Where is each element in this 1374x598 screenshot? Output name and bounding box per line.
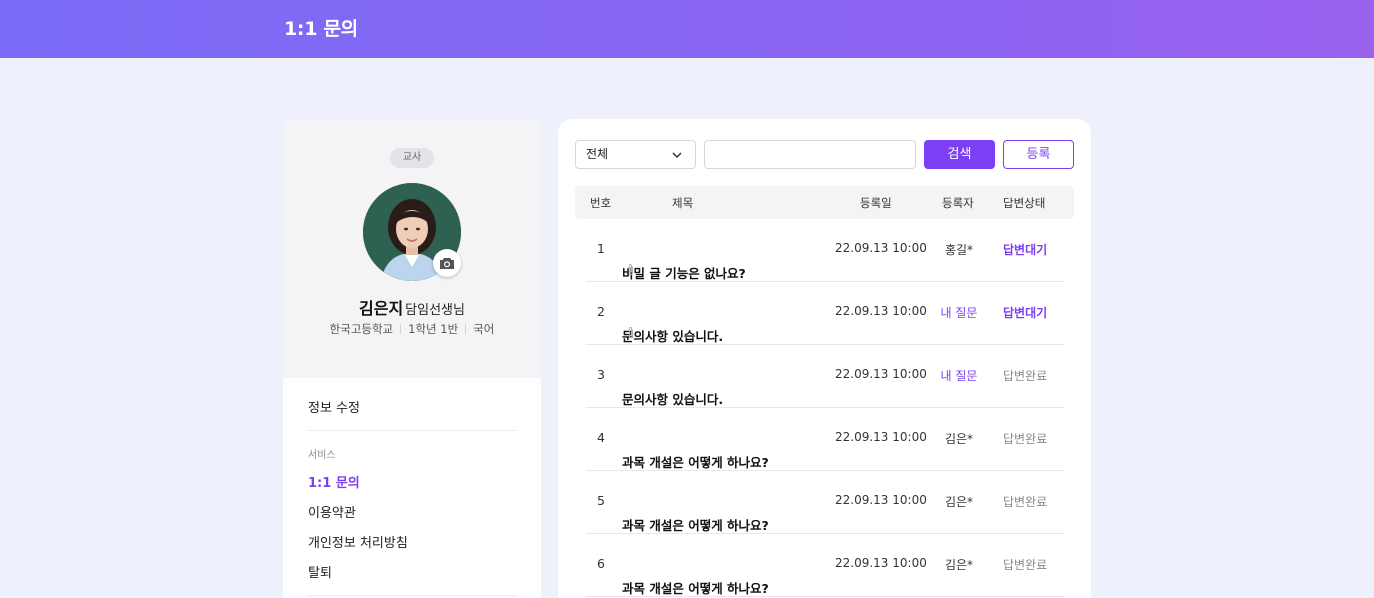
table-row[interactable]: 5 과목 개설은 어떻게 하나요? 22.09.13 10:00 김은* 답변완료: [586, 471, 1064, 534]
inquiry-list-panel: 전체 검색 등록 번호 제목 등록일 등록자 답변상태 1 비밀 글 기능은 없나…: [558, 119, 1091, 598]
row-number: 4: [597, 430, 605, 445]
table-row[interactable]: 2 문의사항 있습니다. 22.09.13 10:00 내 질문 답변대기: [586, 282, 1064, 345]
row-author: 내 질문: [940, 306, 978, 320]
subject-name: 국어: [473, 322, 495, 336]
column-header-number: 번호: [590, 196, 612, 210]
menu-divider: [308, 430, 516, 431]
menu-divider: [308, 595, 516, 596]
row-status: 답변완료: [1003, 432, 1048, 446]
profile-summary: 교사 김은지 담임선생님 한국고등학교 1학년 1반 국어: [283, 119, 541, 378]
row-number: 3: [597, 367, 605, 382]
table-row[interactable]: 1 비밀 글 기능은 없나요? 22.09.13 10:00 홍길* 답변대기: [586, 219, 1064, 282]
row-title: 과목 개설은 어떻게 하나요?: [622, 455, 769, 470]
paperclip-icon: [627, 263, 635, 280]
camera-icon: [440, 257, 454, 269]
meta-divider: [400, 324, 402, 334]
menu-item-privacy[interactable]: 개인정보 처리방침: [308, 532, 408, 551]
row-title: 과목 개설은 어떻게 하나요?: [622, 518, 769, 533]
category-filter-select[interactable]: 전체: [575, 140, 696, 169]
school-name: 한국고등학교: [329, 322, 394, 336]
row-date: 22.09.13 10:00: [835, 304, 927, 318]
teacher-meta: 한국고등학교 1학년 1반 국어: [283, 321, 541, 337]
row-status: 답변완료: [1003, 495, 1048, 509]
row-author: 홍길*: [944, 243, 974, 257]
teacher-title: 담임선생님: [405, 303, 465, 318]
row-number: 2: [597, 304, 605, 319]
meta-divider: [465, 324, 467, 334]
column-header-status: 답변상태: [1003, 196, 1046, 210]
row-number: 1: [597, 241, 605, 256]
row-number: 6: [597, 556, 605, 571]
column-header-title: 제목: [672, 196, 694, 210]
register-button[interactable]: 등록: [1003, 140, 1074, 169]
row-date: 22.09.13 10:00: [835, 556, 927, 570]
teacher-name-line: 김은지 담임선생님: [283, 295, 541, 319]
top-header-bar: 1:1 문의: [0, 0, 1374, 58]
avatar-container: [363, 183, 461, 281]
menu-item-inquiry[interactable]: 1:1 문의: [308, 472, 360, 491]
row-title: 비밀 글 기능은 없나요?: [622, 266, 746, 281]
filter-selected-value: 전체: [586, 147, 609, 161]
menu-item-withdraw[interactable]: 탈퇴: [308, 562, 332, 581]
table-row[interactable]: 4 과목 개설은 어떻게 하나요? 22.09.13 10:00 김은* 답변완료: [586, 408, 1064, 471]
camera-button[interactable]: [433, 249, 461, 277]
row-status: 답변대기: [1003, 243, 1048, 257]
class-name: 1학년 1반: [408, 322, 459, 336]
row-status: 답변대기: [1003, 306, 1048, 320]
table-header: 번호 제목 등록일 등록자 답변상태: [575, 186, 1074, 219]
row-author: 김은*: [944, 432, 974, 446]
role-badge: 교사: [390, 148, 434, 168]
row-date: 22.09.13 10:00: [835, 241, 927, 255]
paperclip-icon: [627, 326, 635, 343]
row-author: 내 질문: [940, 369, 978, 383]
page-title: 1:1 문의: [284, 18, 358, 40]
row-status: 답변완료: [1003, 369, 1048, 383]
row-title: 문의사항 있습니다.: [622, 329, 724, 344]
row-date: 22.09.13 10:00: [835, 430, 927, 444]
menu-item-terms[interactable]: 이용약관: [308, 502, 356, 521]
search-input[interactable]: [704, 140, 916, 169]
row-author: 김은*: [944, 558, 974, 572]
table-row[interactable]: 6 과목 개설은 어떻게 하나요? 22.09.13 10:00 김은* 답변완료: [586, 534, 1064, 597]
row-number: 5: [597, 493, 605, 508]
profile-sidebar: 교사 김은지 담임선생님 한국고등학교 1학년 1반 국어 정보 수정 서비스 …: [283, 119, 541, 598]
row-date: 22.09.13 10:00: [835, 493, 927, 507]
column-header-author: 등록자: [942, 196, 974, 210]
row-author: 김은*: [944, 495, 974, 509]
row-status: 답변완료: [1003, 558, 1048, 572]
row-title: 문의사항 있습니다.: [622, 392, 724, 407]
row-date: 22.09.13 10:00: [835, 367, 927, 381]
column-header-date: 등록일: [860, 196, 892, 210]
teacher-name: 김은지: [359, 299, 404, 318]
chevron-down-icon: [672, 152, 682, 159]
search-button[interactable]: 검색: [924, 140, 995, 169]
menu-section-label: 서비스: [308, 450, 336, 461]
menu-edit-profile[interactable]: 정보 수정: [308, 397, 360, 416]
table-row[interactable]: 3 문의사항 있습니다. 22.09.13 10:00 내 질문 답변완료: [586, 345, 1064, 408]
row-title: 과목 개설은 어떻게 하나요?: [622, 581, 769, 596]
